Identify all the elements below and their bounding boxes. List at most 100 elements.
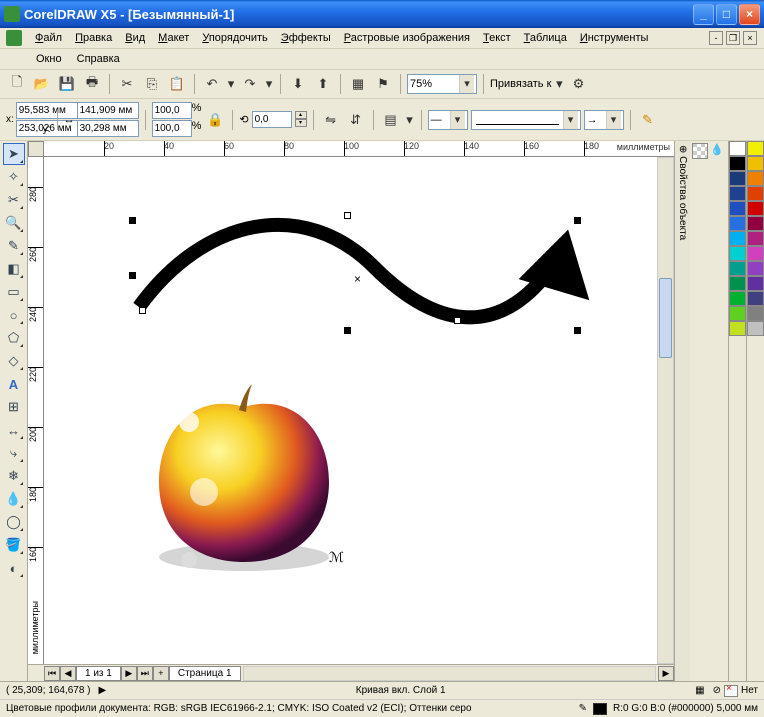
undo-dd[interactable]: ▾ (226, 73, 236, 95)
swatch-18[interactable] (747, 216, 764, 231)
w-input[interactable] (77, 102, 139, 119)
crop-tool[interactable]: ✂ (3, 189, 25, 211)
swatch-14[interactable] (747, 156, 764, 171)
fill-swatch[interactable]: × (724, 685, 738, 697)
menu-view[interactable]: Вид (119, 30, 151, 46)
wrap-button[interactable]: ▤ (380, 109, 402, 131)
maximize-button[interactable]: □ (716, 4, 737, 25)
undo-button[interactable]: ↶ (201, 73, 223, 95)
pick-tool[interactable]: ➤ (3, 143, 25, 165)
start-cap-combo[interactable]: —▾ (428, 110, 468, 130)
page-tab[interactable]: Страница 1 (169, 666, 241, 681)
menu-table[interactable]: Таблица (518, 30, 573, 46)
swatch-7[interactable] (729, 246, 746, 261)
close-button[interactable]: × (739, 4, 760, 25)
swatch-13[interactable] (747, 141, 764, 156)
menu-layout[interactable]: Макет (152, 30, 195, 46)
mdi-close[interactable]: × (743, 31, 757, 45)
swatch-16[interactable] (747, 186, 764, 201)
swatch-17[interactable] (747, 201, 764, 216)
connector-tool[interactable]: ⤷ (3, 442, 25, 464)
swatch-4[interactable] (729, 201, 746, 216)
apple-bitmap[interactable]: ℳ (134, 382, 354, 582)
outline-button[interactable]: ✎ (637, 109, 659, 131)
zoom-tool[interactable]: 🔍 (3, 212, 25, 234)
ruler-origin[interactable] (28, 141, 44, 157)
swatch-20[interactable] (747, 246, 764, 261)
menu-file[interactable]: Файл (29, 30, 68, 46)
handle-tm[interactable] (344, 212, 351, 219)
lock-ratio-button[interactable]: 🔒 (204, 109, 226, 131)
table-tool[interactable]: ⊞ (3, 396, 25, 418)
line-style-combo[interactable]: ▾ (471, 110, 581, 130)
swatch-10[interactable] (729, 291, 746, 306)
swatch-25[interactable] (747, 321, 764, 336)
swatch-1[interactable] (729, 156, 746, 171)
menu-arrange[interactable]: Упорядочить (196, 30, 273, 46)
outline-tool[interactable]: ◯ (3, 511, 25, 533)
zoom-combo[interactable]: 75% ▾ (407, 74, 477, 94)
h-input[interactable] (77, 120, 139, 137)
handle-bl[interactable] (139, 307, 146, 314)
add-page-button[interactable]: + (153, 666, 169, 681)
menu-effects[interactable]: Эффекты (275, 30, 337, 46)
handle-tr[interactable] (574, 217, 581, 224)
interactive-tool[interactable]: ❄ (3, 465, 25, 487)
mdi-minimize[interactable]: - (709, 31, 723, 45)
rot-input[interactable] (252, 111, 292, 128)
zoom-dd[interactable]: ▾ (459, 75, 474, 93)
paste-button[interactable]: 📋 (166, 73, 188, 95)
menu-edit[interactable]: Правка (69, 30, 118, 46)
freehand-tool[interactable]: ✎ (3, 235, 25, 257)
vscrollbar[interactable] (657, 157, 674, 664)
fill-tool[interactable]: 🪣 (3, 534, 25, 556)
export-button[interactable]: ⬆ (312, 73, 334, 95)
next-page-button[interactable]: ▶ (121, 666, 137, 681)
ellipse-tool[interactable]: ○ (3, 304, 25, 326)
shape-tool[interactable]: ✧ (3, 166, 25, 188)
rot-down[interactable]: ▾ (295, 119, 307, 127)
smart-fill-tool[interactable]: ◧ (3, 258, 25, 280)
menu-help[interactable]: Справка (71, 51, 126, 67)
handle-bm[interactable] (344, 327, 351, 334)
snap-dd[interactable]: ▾ (554, 73, 564, 95)
first-page-button[interactable]: ⏮ (44, 666, 60, 681)
hscroll-right[interactable]: ▶ (658, 666, 674, 681)
mirror-h-button[interactable]: ⇋ (320, 109, 342, 131)
swatch-24[interactable] (747, 306, 764, 321)
open-button[interactable]: 📂 (31, 73, 53, 95)
handle-ml[interactable] (129, 272, 136, 279)
object-properties-panel[interactable]: ⊕ Свойства объекта (674, 141, 690, 681)
import-button[interactable]: ⬇ (287, 73, 309, 95)
app-launcher[interactable]: ▦ (347, 73, 369, 95)
swatch-2[interactable] (729, 171, 746, 186)
menu-tools[interactable]: Инструменты (574, 30, 655, 46)
rectangle-tool[interactable]: ▭ (3, 281, 25, 303)
swatch-9[interactable] (729, 276, 746, 291)
menu-bitmaps[interactable]: Растровые изображения (338, 30, 476, 46)
eyedropper-tool[interactable]: 💧 (3, 488, 25, 510)
menu-window[interactable]: Окно (30, 51, 68, 67)
swatch-11[interactable] (729, 306, 746, 321)
welcome-button[interactable]: ⚑ (372, 73, 394, 95)
redo-dd[interactable]: ▾ (264, 73, 274, 95)
eyedropper-icon[interactable]: 💧 (710, 143, 726, 159)
handle-br[interactable] (454, 317, 461, 324)
basic-shapes-tool[interactable]: ◇ (3, 350, 25, 372)
copy-button[interactable]: ⎘ (141, 73, 163, 95)
rot-up[interactable]: ▴ (295, 111, 307, 119)
end-cap-combo[interactable]: →▾ (584, 110, 624, 130)
doc-palette-icon[interactable]: ▦ (695, 685, 704, 696)
mdi-restore[interactable]: ❐ (726, 31, 740, 45)
ruler-vertical[interactable]: 280 260 240 220 200 180 160 миллиметры (28, 157, 44, 664)
handle-br2[interactable] (574, 327, 581, 334)
sy-input[interactable] (152, 120, 192, 137)
menu-text[interactable]: Текст (477, 30, 517, 46)
wrap-dd[interactable]: ▾ (405, 109, 415, 131)
swatch-23[interactable] (747, 291, 764, 306)
swatch-19[interactable] (747, 231, 764, 246)
swatch-12[interactable] (729, 321, 746, 336)
text-tool[interactable]: A (3, 373, 25, 395)
dimension-tool[interactable]: ↔ (3, 419, 25, 441)
print-button[interactable]: 🖶 (81, 73, 103, 95)
